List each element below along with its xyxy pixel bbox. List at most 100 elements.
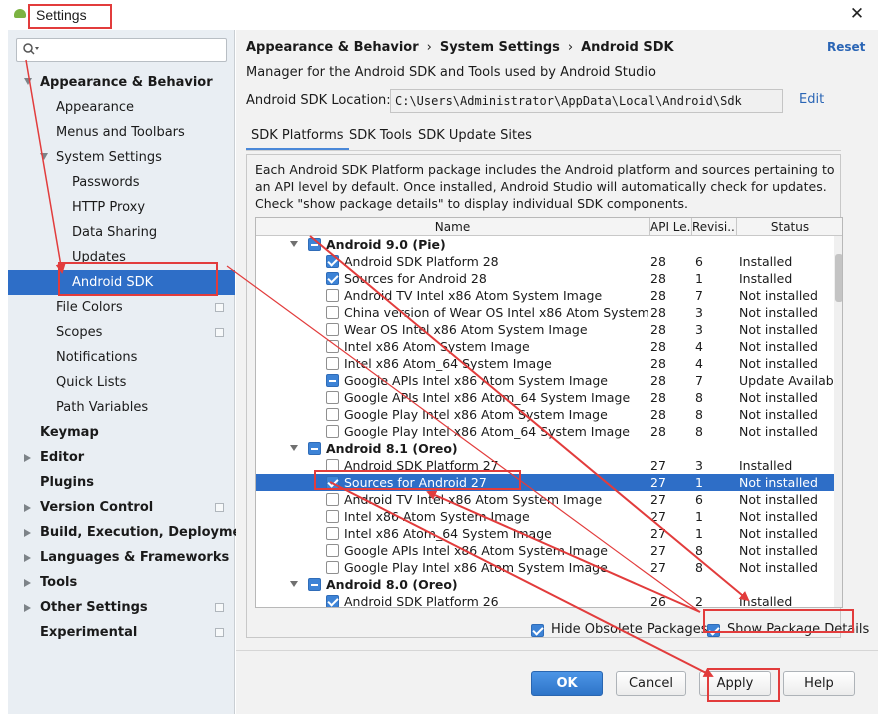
sidebar-item[interactable]: System Settings (8, 145, 235, 170)
package-checkbox[interactable] (326, 289, 339, 302)
scrollbar-thumb[interactable] (835, 254, 842, 302)
table-scrollbar[interactable] (834, 236, 842, 607)
collapse-arrow-icon[interactable] (24, 579, 31, 587)
package-revision: 1 (695, 271, 703, 286)
package-checkbox[interactable] (326, 374, 339, 387)
table-row[interactable]: Google Play Intel x86 Atom System Image 2… (256, 406, 842, 423)
sidebar-item[interactable]: Scopes (8, 320, 235, 345)
package-checkbox[interactable] (326, 527, 339, 540)
sidebar-item[interactable]: Passwords (8, 170, 235, 195)
table-row[interactable]: Intel x86 Atom_64 System Image 27 1 Not ins… (256, 525, 842, 542)
table-group-row[interactable]: Android 8.0 (Oreo) (256, 576, 842, 593)
table-row[interactable]: Sources for Android 27 27 1 Not installed (256, 474, 842, 491)
table-row[interactable]: Google Play Intel x86 Atom System Image 2… (256, 559, 842, 576)
sidebar-item[interactable]: Tools (8, 570, 235, 595)
package-checkbox[interactable] (326, 306, 339, 319)
cancel-button[interactable]: Cancel (616, 671, 686, 696)
package-checkbox[interactable] (308, 578, 321, 591)
table-group-row[interactable]: Android 8.1 (Oreo) (256, 440, 842, 457)
edit-location-link[interactable]: Edit (799, 92, 824, 107)
collapse-arrow-icon[interactable] (24, 504, 31, 512)
tab-sdk-tools[interactable]: SDK Tools (344, 124, 417, 150)
collapse-arrow-icon[interactable] (24, 554, 31, 562)
package-checkbox[interactable] (326, 272, 339, 285)
package-checkbox[interactable] (326, 595, 339, 607)
sidebar-item[interactable]: Build, Execution, Deployment (8, 520, 257, 545)
table-row[interactable]: Sources for Android 28 28 1 Installed (256, 270, 842, 287)
table-row[interactable]: China version of Wear OS Intel x86 Atom … (256, 304, 842, 321)
sidebar-item[interactable]: Android SDK (8, 270, 235, 295)
table-row[interactable]: Google APIs Intel x86 Atom_64 System Ima… (256, 389, 842, 406)
ok-button[interactable]: OK (531, 671, 603, 696)
show-package-details-checkbox[interactable] (707, 624, 720, 637)
package-checkbox[interactable] (308, 442, 321, 455)
sidebar-item[interactable]: Version Control (8, 495, 235, 520)
sidebar-item[interactable]: Updates (8, 245, 235, 270)
package-checkbox[interactable] (326, 357, 339, 370)
search-field[interactable] (16, 38, 227, 62)
sidebar-item[interactable]: Languages & Frameworks (8, 545, 235, 570)
reset-link[interactable]: Reset (827, 40, 865, 54)
sidebar-item[interactable]: Appearance & Behavior (8, 70, 235, 95)
table-row[interactable]: Android TV Intel x86 Atom System Image 28… (256, 287, 842, 304)
package-checkbox[interactable] (326, 561, 339, 574)
sidebar-item[interactable]: Keymap (8, 420, 235, 445)
search-input[interactable] (43, 41, 223, 59)
table-row[interactable]: Google APIs Intel x86 Atom System Image 2… (256, 542, 842, 559)
table-row[interactable]: Google APIs Intel x86 Atom System Image 2… (256, 372, 842, 389)
package-checkbox[interactable] (326, 391, 339, 404)
collapse-arrow-icon[interactable] (24, 529, 31, 537)
collapse-arrow-icon[interactable] (24, 454, 31, 462)
package-checkbox[interactable] (326, 493, 339, 506)
package-checkbox[interactable] (326, 459, 339, 472)
table-group-row[interactable]: Android 9.0 (Pie) (256, 236, 842, 253)
sidebar-item[interactable]: Path Variables (8, 395, 235, 420)
sidebar-item[interactable]: Other Settings (8, 595, 235, 620)
sidebar-item[interactable]: Appearance (8, 95, 235, 120)
sidebar-item[interactable]: Quick Lists (8, 370, 235, 395)
table-row[interactable]: Intel x86 Atom_64 System Image 28 4 Not ins… (256, 355, 842, 372)
sidebar-item[interactable]: Notifications (8, 345, 235, 370)
package-checkbox[interactable] (326, 544, 339, 557)
table-row[interactable]: Intel x86 Atom System Image 27 1 Not instal… (256, 508, 842, 525)
expand-arrow-icon[interactable] (290, 241, 298, 247)
sidebar-item[interactable]: Data Sharing (8, 220, 235, 245)
table-row[interactable]: Android SDK Platform 26 26 2 Installed (256, 593, 842, 607)
sidebar-item[interactable]: Plugins (8, 470, 235, 495)
table-row[interactable]: Intel x86 Atom System Image 28 4 Not instal… (256, 338, 842, 355)
column-header-api-level[interactable]: API Le... (650, 218, 692, 236)
package-checkbox[interactable] (326, 340, 339, 353)
package-checkbox[interactable] (326, 425, 339, 438)
sidebar-item[interactable]: Menus and Toolbars (8, 120, 235, 145)
column-header-status[interactable]: Status (737, 218, 842, 236)
collapse-arrow-icon[interactable] (24, 604, 31, 612)
package-checkbox[interactable] (308, 238, 321, 251)
expand-arrow-icon[interactable] (290, 581, 298, 587)
package-checkbox[interactable] (326, 408, 339, 421)
help-button[interactable]: Help (783, 671, 855, 696)
hide-obsolete-checkbox[interactable] (531, 624, 544, 637)
table-row[interactable]: Android TV Intel x86 Atom System Image 27… (256, 491, 842, 508)
table-row[interactable]: Android SDK Platform 27 27 3 Installed (256, 457, 842, 474)
sidebar-item[interactable]: File Colors (8, 295, 235, 320)
sidebar-item[interactable]: HTTP Proxy (8, 195, 235, 220)
close-icon[interactable]: ✕ (846, 3, 868, 25)
expand-arrow-icon[interactable] (24, 78, 32, 85)
sidebar-item[interactable]: Experimental (8, 620, 235, 645)
table-row[interactable]: Android SDK Platform 28 28 6 Installed (256, 253, 842, 270)
column-header-revision[interactable]: Revisi... (692, 218, 737, 236)
expand-arrow-icon[interactable] (290, 445, 298, 451)
column-header-name[interactable]: Name (256, 218, 650, 236)
package-checkbox[interactable] (326, 510, 339, 523)
tab-sdk-platforms[interactable]: SDK Platforms (246, 124, 349, 150)
package-checkbox[interactable] (326, 476, 339, 489)
sidebar-item[interactable]: Editor (8, 445, 235, 470)
table-row[interactable]: Google Play Intel x86 Atom_64 System Ima… (256, 423, 842, 440)
expand-arrow-icon[interactable] (40, 153, 48, 160)
tab-sdk-update-sites[interactable]: SDK Update Sites (413, 124, 537, 150)
table-row[interactable]: Wear OS Intel x86 Atom System Image 28 3 No… (256, 321, 842, 338)
package-checkbox[interactable] (326, 323, 339, 336)
package-checkbox[interactable] (326, 255, 339, 268)
apply-button[interactable]: Apply (699, 671, 771, 696)
sdk-location-field[interactable]: C:\Users\Administrator\AppData\Local\And… (390, 89, 783, 113)
